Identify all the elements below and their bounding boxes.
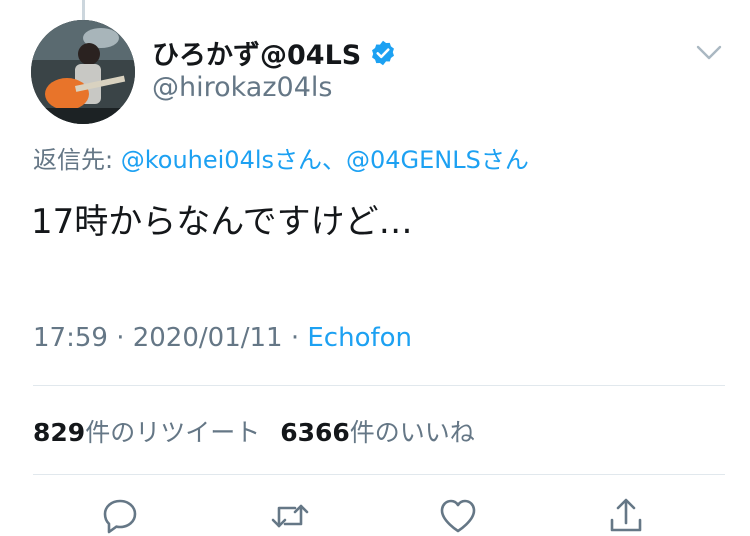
like-count: 6366 <box>280 418 350 447</box>
like-stat[interactable]: 6366件のいいね <box>280 418 475 447</box>
avatar-image <box>31 20 135 124</box>
retweet-count: 829 <box>33 418 86 447</box>
tweet-timestamp: 17:59 · 2020/01/11 · <box>33 323 308 353</box>
divider <box>33 474 725 475</box>
display-name[interactable]: ひろかず@04LS <box>152 33 397 72</box>
avatar[interactable] <box>31 20 135 124</box>
like-icon[interactable] <box>438 496 478 536</box>
user-handle[interactable]: @hirokaz04ls <box>152 72 332 103</box>
retweet-icon[interactable] <box>270 496 310 536</box>
chevron-down-icon[interactable] <box>696 44 722 62</box>
tweet-meta: 17:59 · 2020/01/11 · Echofon <box>33 323 412 353</box>
verified-badge-icon <box>369 39 397 67</box>
display-name-text: ひろかず@04LS <box>152 40 362 71</box>
share-icon[interactable] <box>606 496 646 536</box>
reply-to-prefix: 返信先: <box>33 146 121 174</box>
thread-connector-line <box>82 0 85 20</box>
like-label: 件のいいね <box>349 418 475 447</box>
reply-to-line: 返信先: @kouhei04lsさん、@04GENLSさん <box>33 140 529 175</box>
tweet-text: 17時からなんですけど… <box>31 202 413 242</box>
retweet-stat[interactable]: 829件のリツイート <box>33 418 260 447</box>
retweet-label: 件のリツイート <box>85 418 261 447</box>
reply-mentions[interactable]: @kouhei04lsさん、@04GENLSさん <box>121 146 529 174</box>
divider <box>33 385 725 386</box>
engagement-stats: 829件のリツイート 6366件のいいね <box>33 413 475 449</box>
reply-icon[interactable] <box>100 496 140 536</box>
tweet-source-link[interactable]: Echofon <box>307 323 412 353</box>
